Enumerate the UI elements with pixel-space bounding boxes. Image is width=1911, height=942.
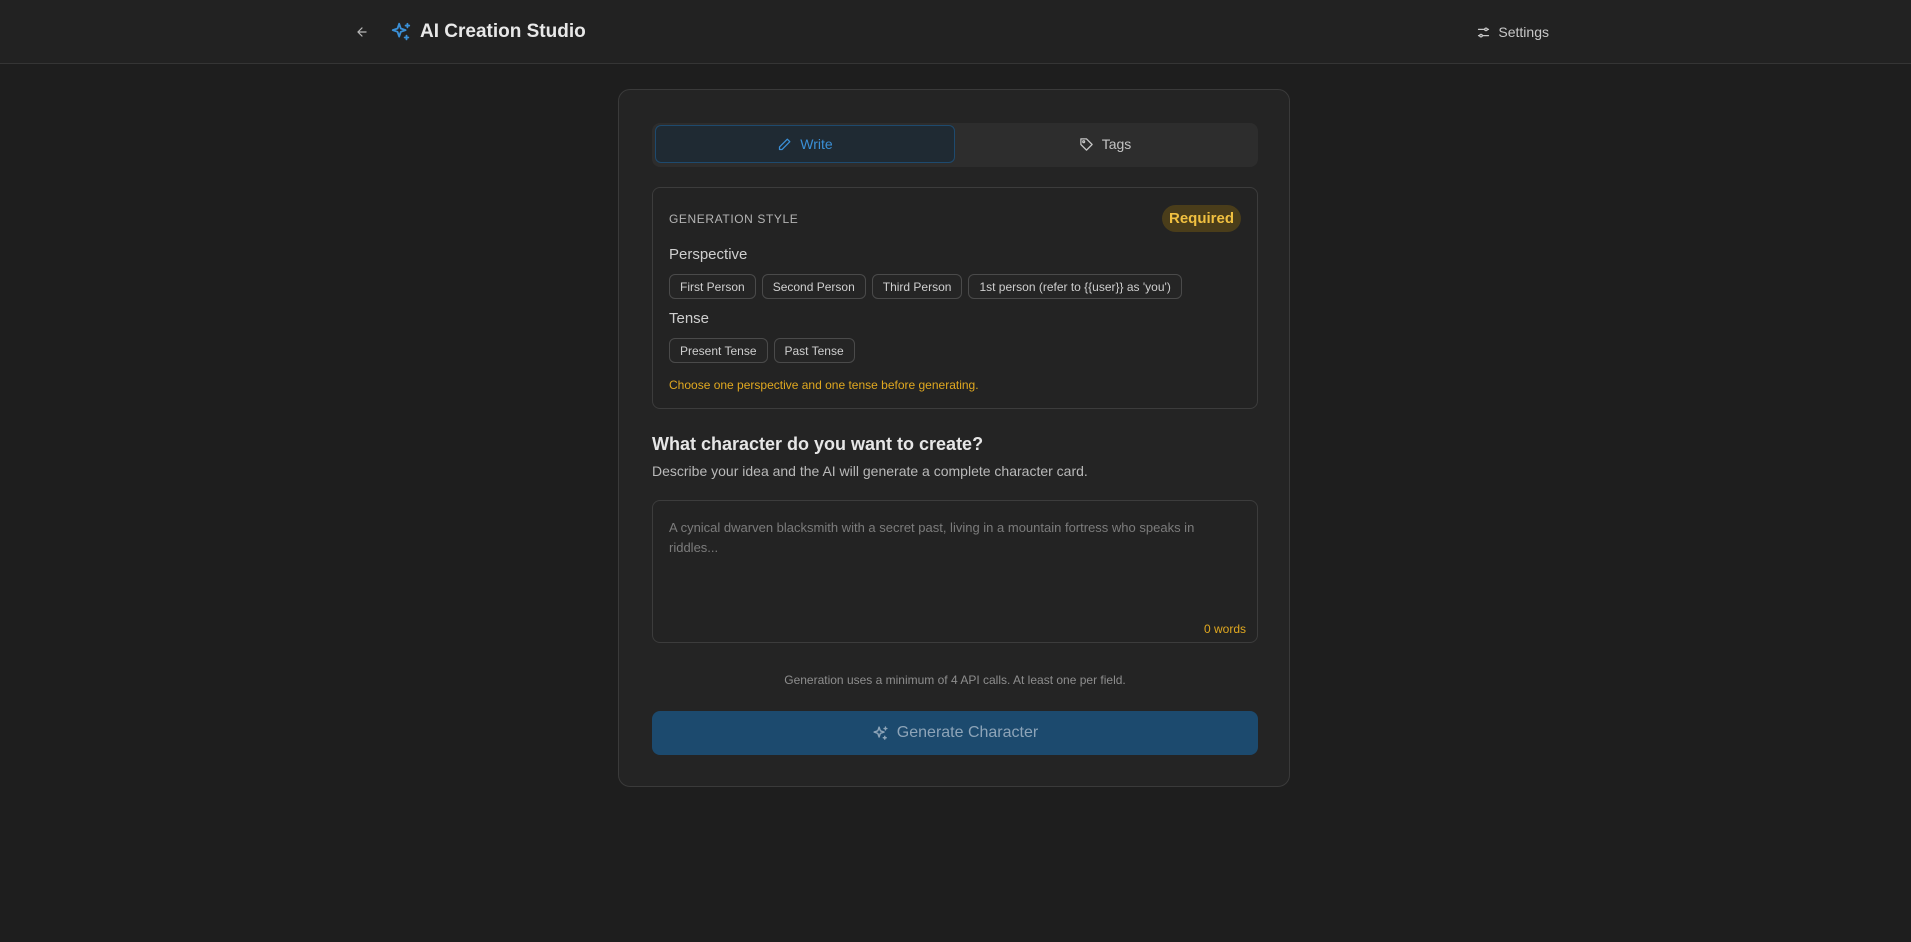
tense-past[interactable]: Past Tense xyxy=(773,338,855,363)
creation-card: Write Tags GENERATION STYLE Required Per… xyxy=(618,89,1290,787)
settings-label: Settings xyxy=(1498,24,1549,40)
perspective-first-person[interactable]: First Person xyxy=(669,274,756,299)
generate-character-button[interactable]: Generate Character xyxy=(652,711,1258,755)
tab-tags[interactable]: Tags xyxy=(955,125,1255,163)
mode-tabs: Write Tags xyxy=(652,123,1258,167)
character-idea-input[interactable] xyxy=(653,501,1257,642)
required-badge: Required xyxy=(1161,205,1241,232)
tense-present[interactable]: Present Tense xyxy=(669,338,768,363)
prompt-heading: What character do you want to create? xyxy=(652,434,984,454)
tense-options: Present Tense Past Tense xyxy=(669,338,855,363)
generate-button-label: Generate Character xyxy=(896,724,1039,741)
word-count: 0 words xyxy=(1203,622,1246,636)
prompt-field-wrapper: 0 words xyxy=(652,500,1258,643)
top-bar: AI Creation Studio Settings xyxy=(0,0,1911,64)
settings-button[interactable]: Settings xyxy=(1476,20,1549,44)
pencil-icon xyxy=(779,138,791,150)
perspective-title: Perspective xyxy=(669,246,748,263)
tab-tags-label: Tags xyxy=(1101,136,1132,152)
tab-write[interactable]: Write xyxy=(655,125,955,163)
perspective-second-person[interactable]: Second Person xyxy=(761,274,866,299)
perspective-first-person-you[interactable]: 1st person (refer to {{user}} as 'you') xyxy=(968,274,1182,299)
tag-icon xyxy=(1079,137,1093,151)
brand: AI Creation Studio xyxy=(390,18,586,46)
style-hint: Choose one perspective and one tense bef… xyxy=(669,378,979,392)
app-title: AI Creation Studio xyxy=(420,21,586,42)
generation-style-label: GENERATION STYLE xyxy=(669,212,799,226)
sparkles-icon xyxy=(873,725,888,740)
api-calls-note: Generation uses a minimum of 4 API calls… xyxy=(784,673,1126,687)
perspective-third-person[interactable]: Third Person xyxy=(871,274,963,299)
generation-style-panel: GENERATION STYLE Required Perspective Fi… xyxy=(652,187,1258,409)
arrow-left-icon xyxy=(357,27,367,37)
sliders-icon xyxy=(1478,27,1490,37)
sparkles-icon xyxy=(391,22,411,41)
perspective-options: First Person Second Person Third Person … xyxy=(669,274,1182,299)
back-button[interactable] xyxy=(350,20,374,44)
tense-title: Tense xyxy=(669,310,710,327)
tab-write-label: Write xyxy=(800,136,833,152)
prompt-subtext: Describe your idea and the AI will gener… xyxy=(652,463,1088,479)
